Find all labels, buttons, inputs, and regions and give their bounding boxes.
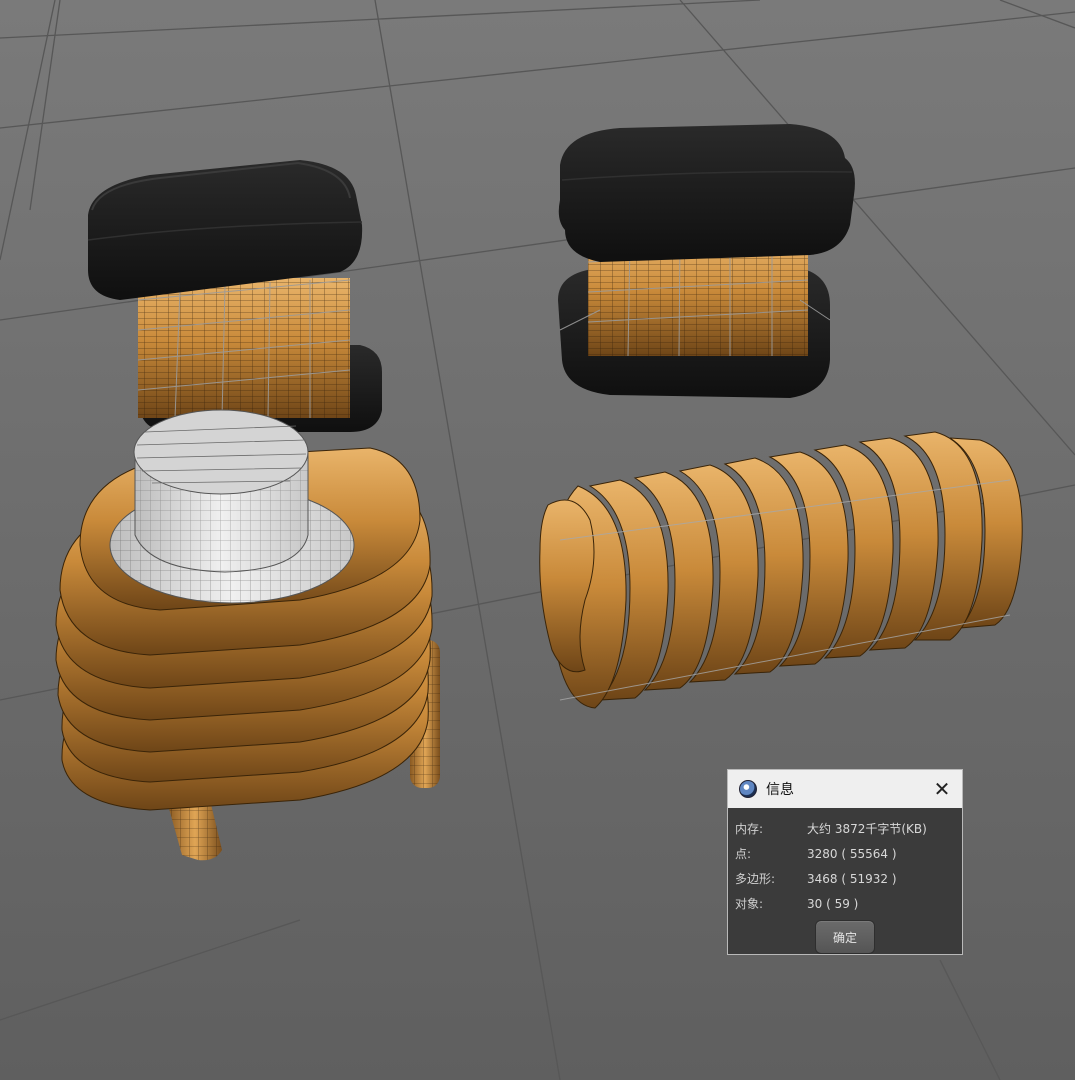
info-row-objects: 对象: 30 ( 59 ) [728, 891, 962, 916]
cinema4d-app-icon [739, 780, 757, 798]
info-row-points: 点: 3280 ( 55564 ) [728, 841, 962, 866]
info-label: 对象: [735, 897, 764, 911]
dialog-title: 信息 [766, 782, 794, 798]
info-label: 内存: [735, 822, 764, 836]
info-row-memory: 内存: 大约 3872千字节(KB) [728, 816, 962, 841]
info-value: 大约 3872千字节(KB) [807, 822, 927, 836]
info-value: 3468 ( 51932 ) [807, 871, 897, 886]
dialog-titlebar[interactable]: 信息 ✕ [728, 770, 962, 808]
info-value: 3280 ( 55564 ) [807, 846, 897, 861]
ok-button[interactable]: 确定 [815, 920, 875, 954]
info-dialog: 信息 ✕ 内存: 大约 3872千字节(KB) 点: 3280 ( 55564 … [727, 769, 963, 955]
info-label: 多边形: [735, 872, 776, 886]
dialog-footer: 确定 [728, 920, 962, 954]
info-row-polygons: 多边形: 3468 ( 51932 ) [728, 866, 962, 891]
close-icon[interactable]: ✕ [922, 770, 962, 808]
info-value: 30 ( 59 ) [807, 896, 859, 911]
info-label: 点: [735, 847, 752, 861]
dialog-body: 内存: 大约 3872千字节(KB) 点: 3280 ( 55564 ) 多边形… [728, 808, 962, 954]
